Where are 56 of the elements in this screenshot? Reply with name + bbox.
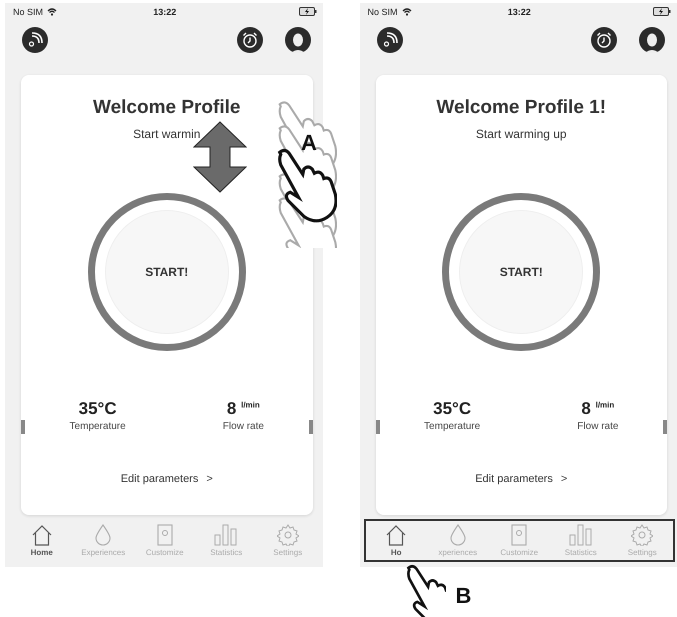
side-handle[interactable] [376, 420, 380, 434]
bar-chart-icon [214, 524, 238, 546]
tab-item[interactable]: Experiences [78, 524, 128, 557]
clock-text: 13:22 [153, 6, 176, 16]
reading-label: Flow rate [222, 421, 264, 432]
tab-item[interactable]: Home [16, 524, 67, 557]
wireless-icon[interactable] [22, 27, 48, 53]
reading-label: Temperature [424, 421, 480, 432]
start-button[interactable]: START! [459, 210, 584, 334]
callout-label: A [301, 130, 317, 156]
drop-icon [450, 524, 466, 546]
alarm-clock-icon[interactable] [236, 27, 262, 53]
reading-value: 8 $^{l/min}$ [226, 399, 260, 419]
drop-icon [95, 524, 112, 546]
profile-avatar-icon[interactable] [639, 27, 665, 53]
tab-item[interactable]: xperiences [432, 524, 483, 557]
start-button[interactable]: START! [104, 210, 229, 334]
reading-value: 35°C [78, 399, 117, 419]
battery-icon [653, 7, 671, 16]
reading-value: 35°C [433, 399, 472, 419]
battery-icon [298, 7, 316, 16]
carrier-text: No SIM [368, 6, 398, 16]
tab-item[interactable]: Customize [494, 524, 544, 557]
side-handle[interactable] [663, 420, 667, 434]
wifi-icon [402, 8, 412, 16]
tab-item[interactable]: Settings [262, 524, 313, 557]
wireless-icon[interactable] [376, 27, 402, 53]
panel-gear-icon [511, 524, 528, 546]
carrier-text: No SIM [13, 6, 44, 16]
home-icon [30, 524, 53, 546]
clock-text: 13:22 [508, 6, 531, 16]
bar-chart-icon [568, 524, 593, 546]
wifi-icon [47, 8, 58, 16]
alarm-clock-icon[interactable] [591, 27, 617, 53]
home-icon [385, 524, 408, 546]
profile-avatar-icon[interactable] [284, 27, 310, 53]
welcome-title: Welcome Profile [93, 97, 240, 119]
tab-item[interactable]: Statistics [556, 524, 606, 557]
panel-gear-icon [156, 524, 173, 546]
tab-item[interactable]: Statistics [201, 524, 252, 557]
settings-icon [631, 524, 654, 546]
reading-label: Flow rate [577, 421, 618, 432]
side-handle[interactable] [21, 420, 25, 434]
side-handle[interactable] [308, 420, 312, 434]
edit-parameters-link[interactable]: Edit parameters > [469, 472, 574, 486]
callout-label: B [456, 583, 472, 609]
subtitle-text: Start warmin [133, 127, 200, 141]
reading-value: 8 $^{l/min}$ [581, 399, 614, 419]
settings-icon [276, 524, 299, 546]
tab-item[interactable]: Settings [617, 524, 668, 557]
welcome-title: Welcome Profile 1! [436, 97, 606, 119]
tab-item[interactable]: Ho [371, 524, 422, 557]
tab-item[interactable]: Customize [140, 524, 190, 557]
subtitle-text: Start warming up [476, 127, 567, 141]
reading-label: Temperature [70, 421, 126, 432]
edit-parameters-link[interactable]: Edit parameters > [114, 472, 219, 486]
